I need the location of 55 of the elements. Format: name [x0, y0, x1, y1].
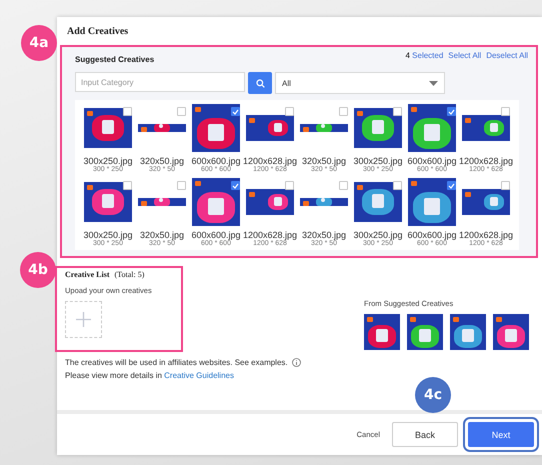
category-dropdown[interactable]: All	[275, 72, 445, 94]
upload-button[interactable]	[65, 301, 102, 338]
checkbox[interactable]	[393, 181, 402, 190]
file-name: 300x250.jpg	[83, 156, 133, 166]
checkbox[interactable]	[123, 181, 132, 190]
search-button[interactable]	[248, 72, 272, 94]
deselect-all-link[interactable]: Deselect All	[486, 51, 528, 60]
checkbox[interactable]	[177, 181, 186, 190]
next-button[interactable]: Next	[468, 422, 534, 447]
category-input[interactable]: Input Category	[75, 72, 245, 92]
details-text: Please view more details in Creative Guidelines	[65, 371, 235, 380]
file-name: 1200x628.jpg	[458, 156, 514, 166]
file-name: 320x50.jpg	[140, 156, 184, 166]
select-all-link[interactable]: Select All	[448, 51, 482, 60]
checkbox[interactable]	[447, 181, 456, 190]
step-badge: 4b	[20, 252, 56, 288]
info-icon[interactable]	[292, 358, 301, 367]
checkbox[interactable]	[285, 181, 294, 190]
dialog-title: Add Creatives	[66, 24, 130, 38]
checkbox[interactable]	[285, 107, 294, 116]
file-name: 1200x628.jpg	[458, 230, 514, 240]
section-title: Creative List	[65, 270, 110, 279]
checkbox[interactable]	[231, 107, 240, 116]
file-name: 320x50.jpg	[302, 230, 346, 240]
checkbox[interactable]	[123, 107, 132, 116]
search-icon	[256, 78, 264, 88]
file-name: 600x600.jpg	[191, 230, 241, 240]
checkbox[interactable]	[393, 107, 402, 116]
section-title: Suggested Creatives	[75, 55, 154, 64]
checkbox[interactable]	[501, 181, 510, 190]
file-name: 320x50.jpg	[302, 156, 346, 166]
file-name: 600x600.jpg	[407, 230, 457, 240]
file-name: 1200x628.jpg	[242, 156, 298, 166]
checkbox[interactable]	[339, 181, 348, 190]
caret-icon	[429, 80, 438, 86]
checkbox[interactable]	[339, 107, 348, 116]
file-name: 320x50.jpg	[140, 230, 184, 240]
file-name: 300x250.jpg	[353, 230, 403, 240]
checkbox[interactable]	[447, 107, 456, 116]
back-button[interactable]: Back	[392, 422, 458, 447]
file-name: 600x600.jpg	[407, 156, 457, 166]
file-name: 300x250.jpg	[353, 156, 403, 166]
checkbox[interactable]	[501, 107, 510, 116]
guidelines-link[interactable]: Creative Guidelines	[164, 371, 234, 380]
checkbox[interactable]	[231, 181, 240, 190]
plus-icon	[76, 312, 91, 327]
file-name: 300x250.jpg	[83, 230, 133, 240]
selected-count: 4 Selected	[405, 51, 444, 60]
step-badge: 4a	[21, 25, 57, 61]
checkbox[interactable]	[177, 107, 186, 116]
file-name: 600x600.jpg	[191, 156, 241, 166]
total-count: (Total: 5)	[114, 270, 144, 279]
file-name: 1200x628.jpg	[242, 230, 298, 240]
step-badge: 4c	[415, 377, 451, 413]
info-text: The creatives will be used in affiliates websites. See examples.	[65, 358, 288, 367]
